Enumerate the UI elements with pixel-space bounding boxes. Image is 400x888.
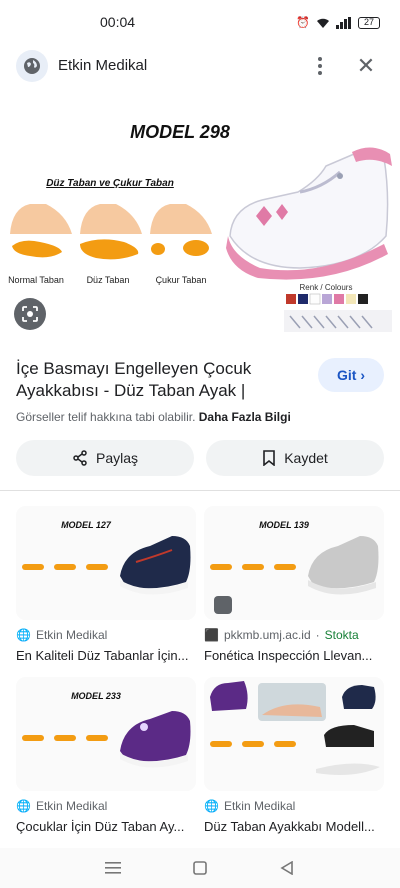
save-label: Kaydet	[284, 450, 328, 466]
globe-icon	[24, 58, 40, 74]
share-icon	[73, 450, 87, 466]
image-subtitle: Düz Taban ve Çukur Taban	[46, 178, 174, 189]
visit-label: Git	[336, 367, 357, 383]
related-thumbnail[interactable]: MODEL 139	[204, 506, 384, 620]
svg-text:MODEL 139: MODEL 139	[259, 520, 309, 530]
status-icons: ⏰ 27	[296, 16, 380, 29]
related-thumbnail[interactable]: MODEL 127	[16, 506, 196, 620]
related-title[interactable]: En Kaliteli Düz Tabanlar İçin...	[16, 648, 196, 663]
wifi-icon	[317, 18, 329, 28]
status-time: 00:04	[100, 14, 136, 30]
site-name[interactable]: Etkin Medikal	[58, 57, 147, 74]
related-card[interactable]: MODEL 139 ⬛ pkkmb.umj.ac.id · Stokta Fon…	[204, 506, 384, 663]
more-info-link[interactable]: Daha Fazla Bilgi	[199, 410, 291, 424]
main-product-image[interactable]: MODEL 298 Düz Taban ve Çukur Taban Norma…	[0, 96, 400, 344]
foot-arch	[150, 204, 212, 234]
alarm-icon: ⏰	[296, 17, 310, 29]
battery-indicator: 27	[358, 16, 380, 29]
related-title[interactable]: Çocuklar İçin Düz Taban Ay...	[16, 819, 196, 834]
site-icon: ⬛	[204, 628, 219, 642]
related-source: 🌐 Etkin Medikal	[16, 799, 108, 813]
save-button[interactable]: Kaydet	[206, 440, 384, 476]
related-card[interactable]: MODEL 127 🌐 Etkin Medikal En Kaliteli Dü…	[16, 506, 196, 663]
related-title[interactable]: Fonética Inspección Llevan...	[204, 648, 384, 663]
visit-button[interactable]: Git ›	[318, 358, 384, 392]
related-thumbnail[interactable]	[204, 677, 384, 791]
result-title[interactable]: İçe Basmayı Engelleyen Çocuk Ayakkabısı …	[16, 358, 306, 402]
stock-badge: Stokta	[324, 628, 359, 642]
related-source: ⬛ pkkmb.umj.ac.id · Stokta	[204, 628, 359, 642]
chevron-right-icon: ›	[360, 367, 366, 383]
colour-swatches	[284, 293, 392, 332]
share-button[interactable]: Paylaş	[16, 440, 194, 476]
related-title[interactable]: Düz Taban Ayakkabı Modell...	[204, 819, 384, 834]
back-button[interactable]	[275, 856, 299, 880]
home-button[interactable]	[188, 856, 212, 880]
shoe-illustration	[226, 147, 392, 280]
copyright-notice: Görseller telif hakkına tabi olabilir. D…	[16, 410, 291, 424]
foot-normal	[10, 204, 72, 234]
foot-label-flat: Düz Taban	[87, 275, 130, 285]
square-icon	[193, 861, 207, 875]
related-source: 🌐 Etkin Medikal	[16, 628, 108, 642]
foot-label-arch: Çukur Taban	[156, 275, 207, 285]
site-logo[interactable]	[16, 50, 48, 82]
lens-icon	[22, 306, 38, 322]
system-nav-bar	[0, 848, 400, 888]
lens-search-button[interactable]	[14, 298, 46, 330]
copyright-text: Görseller telif hakkına tabi olabilir.	[16, 410, 196, 424]
globe-icon: 🌐	[16, 628, 31, 642]
svg-text:MODEL 233: MODEL 233	[71, 691, 121, 701]
related-card[interactable]: 🌐 Etkin Medikal Düz Taban Ayakkabı Model…	[204, 677, 384, 834]
signal-icon	[336, 16, 351, 29]
foot-label-normal: Normal Taban	[8, 275, 64, 285]
related-card[interactable]: MODEL 233 🌐 Etkin Medikal Çocuklar İçin …	[16, 677, 196, 834]
more-options-button[interactable]	[308, 52, 332, 80]
footprint-flat	[80, 239, 139, 260]
colours-label: Renk / Colours	[300, 283, 353, 292]
globe-icon: 🌐	[16, 799, 31, 813]
viewer-header: Etkin Medikal ✕	[0, 44, 400, 88]
bookmark-icon	[263, 450, 276, 466]
foot-flat	[80, 204, 142, 234]
model-title: MODEL 298	[130, 122, 230, 142]
share-label: Paylaş	[95, 450, 139, 466]
recents-button[interactable]	[101, 856, 125, 880]
menu-icon	[105, 862, 122, 874]
svg-text:MODEL 127: MODEL 127	[61, 520, 112, 530]
related-thumbnail[interactable]: MODEL 233	[16, 677, 196, 791]
footprint-arch	[151, 240, 209, 256]
close-button[interactable]: ✕	[352, 52, 380, 80]
section-divider	[0, 490, 400, 491]
back-triangle-icon	[280, 861, 293, 875]
globe-icon: 🌐	[204, 799, 219, 813]
close-icon: ✕	[356, 53, 376, 78]
more-vert-icon	[318, 57, 322, 61]
footprint-normal	[12, 240, 62, 258]
related-source: 🌐 Etkin Medikal	[204, 799, 296, 813]
